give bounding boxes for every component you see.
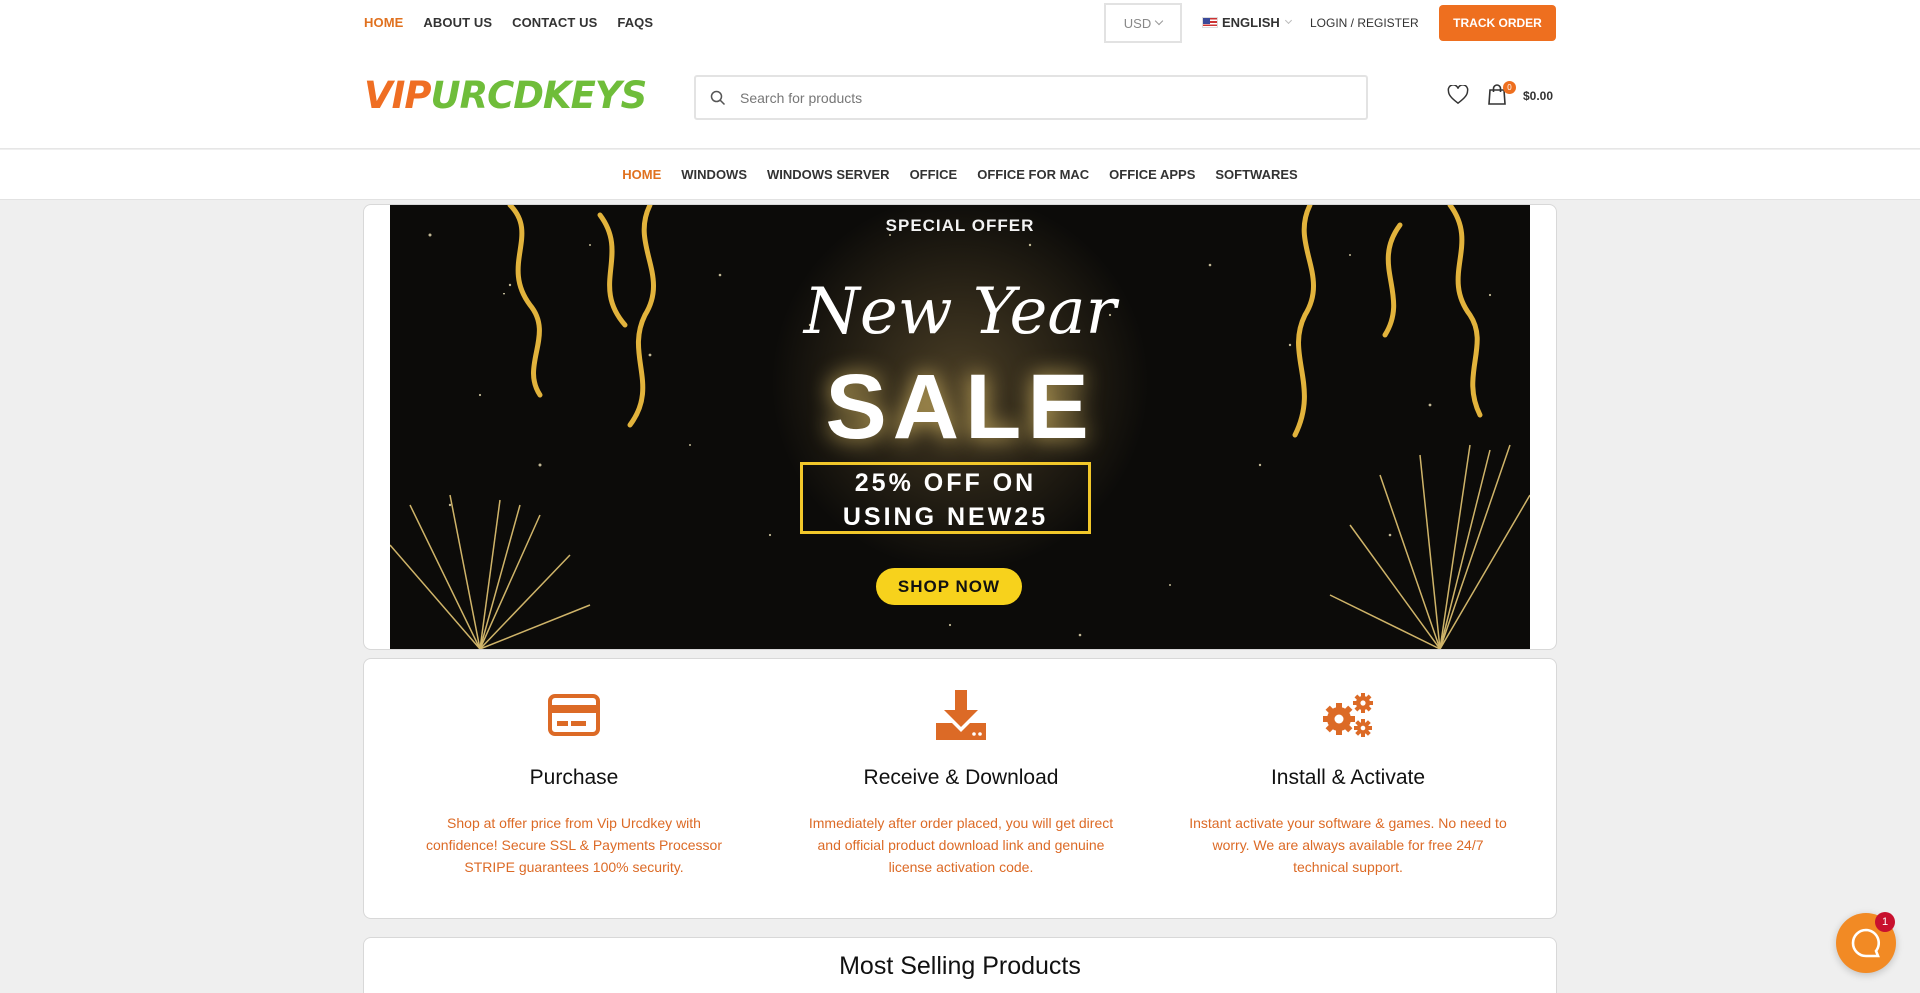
feature-title: Purchase [529, 766, 619, 789]
top-bar: HOME ABOUT US CONTACT US FAQS USD ENGLIS… [0, 0, 1920, 44]
feature-receive-download: Receive & Download Immediately after ord… [781, 689, 1141, 878]
language-select[interactable]: ENGLISH [1202, 15, 1292, 30]
search-icon[interactable] [696, 90, 740, 106]
currency-select[interactable]: USD [1104, 3, 1182, 43]
main-nav-softwares[interactable]: SOFTWARES [1215, 167, 1297, 182]
cart-count-badge: 0 [1503, 81, 1516, 94]
feature-install-activate: Install & Activate Instant activate your… [1168, 689, 1528, 878]
features-section: Purchase Shop at offer price from Vip Ur… [363, 658, 1557, 919]
chevron-down-icon [1154, 16, 1164, 26]
chat-notification-badge: 1 [1875, 912, 1895, 932]
top-nav: HOME ABOUT US CONTACT US FAQS [364, 15, 653, 30]
download-icon [781, 689, 1141, 741]
feature-text: Instant activate your software & games. … [1189, 815, 1507, 875]
top-nav-about-us[interactable]: ABOUT US [423, 15, 492, 30]
section-title: Most Selling Products [839, 952, 1081, 980]
feature-title: Install & Activate [1270, 766, 1426, 789]
main-nav-windows-server[interactable]: WINDOWS SERVER [767, 167, 890, 182]
chevron-down-icon [1284, 16, 1292, 25]
feature-purchase: Purchase Shop at offer price from Vip Ur… [394, 689, 754, 878]
logo-part-urcdkeys: URCDKEYS [430, 74, 648, 117]
most-selling-section: Most Selling Products [363, 937, 1557, 993]
main-nav-home[interactable]: HOME [622, 167, 661, 182]
main-nav-windows[interactable]: WINDOWS [681, 167, 747, 182]
cart-total[interactable]: $0.00 [1523, 89, 1553, 103]
wishlist-heart-icon[interactable] [1447, 84, 1469, 110]
main-nav-office-for-mac[interactable]: OFFICE FOR MAC [977, 167, 1089, 182]
new-year-script: New Year [803, 275, 1117, 349]
gears-icon [1168, 689, 1528, 741]
offer-box: 25% OFF ON USING NEW25 [800, 462, 1091, 534]
shop-now-button[interactable]: SHOP NOW [876, 568, 1022, 605]
currency-value: USD [1123, 15, 1152, 31]
language-label: ENGLISH [1222, 15, 1280, 30]
top-nav-contact-us[interactable]: CONTACT US [512, 15, 597, 30]
site-header: VIPURCDKEYS 0 $0.00 [0, 44, 1920, 149]
track-order-button[interactable]: TRACK ORDER [1439, 5, 1556, 41]
special-offer-label: SPECIAL OFFER [885, 216, 1035, 235]
chat-bubble-icon [1851, 928, 1881, 958]
top-nav-home[interactable]: HOME [364, 15, 403, 30]
search-bar [694, 75, 1368, 120]
login-register-link[interactable]: LOGIN / REGISTER [1310, 16, 1419, 30]
main-nav-office[interactable]: OFFICE [910, 167, 958, 182]
offer-line-1: 25% OFF ON [854, 469, 1037, 497]
sale-headline: SALE [825, 356, 1095, 458]
feature-text: Immediately after order placed, you will… [808, 815, 1114, 875]
search-input[interactable] [740, 89, 1366, 106]
feature-title: Receive & Download [863, 766, 1059, 789]
site-logo[interactable]: VIPURCDKEYS [364, 74, 648, 117]
logo-part-vip: VIP [364, 74, 432, 117]
main-nav-office-apps[interactable]: OFFICE APPS [1109, 167, 1195, 182]
credit-card-icon [394, 689, 754, 741]
us-flag-icon [1202, 17, 1218, 28]
main-nav: HOME WINDOWS WINDOWS SERVER OFFICE OFFIC… [0, 150, 1920, 200]
offer-line-2: USING NEW25 [842, 503, 1049, 531]
promo-banner[interactable]: SPECIAL OFFER New Year SALE 25% OFF ON U… [390, 205, 1530, 649]
top-nav-faqs[interactable]: FAQS [617, 15, 653, 30]
feature-text: Shop at offer price from Vip Urcdkey wit… [426, 815, 722, 875]
